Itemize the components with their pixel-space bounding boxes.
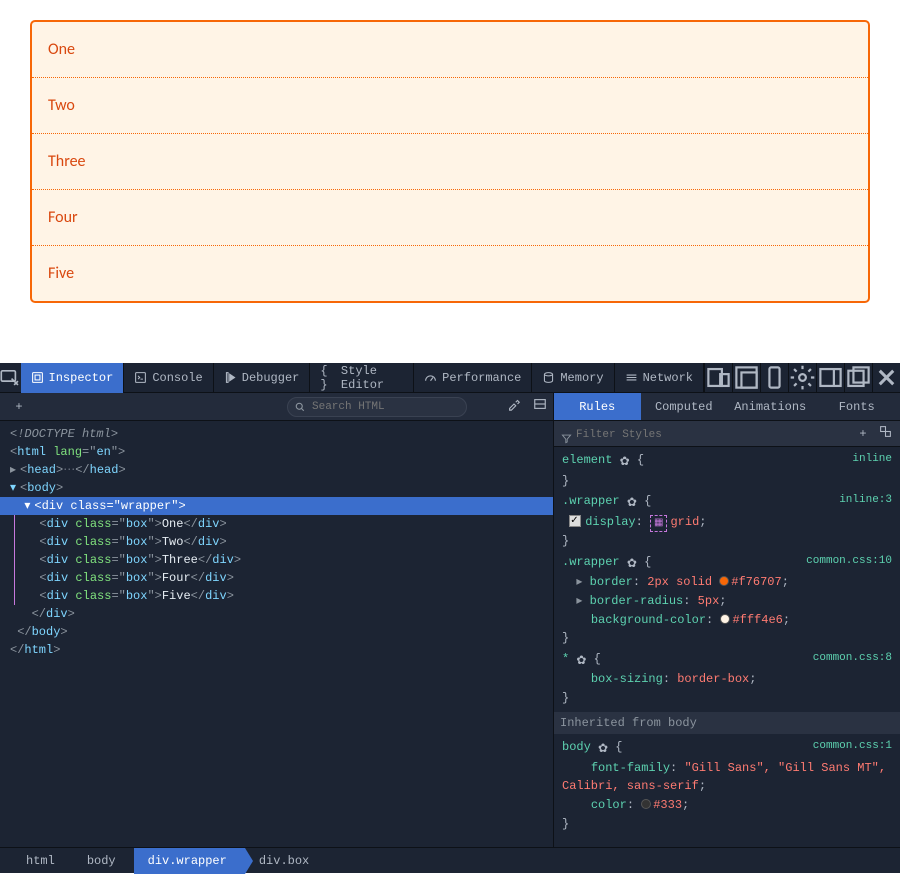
tab-network[interactable]: Network [615, 363, 704, 393]
tab-label: Console [152, 371, 202, 385]
gear-icon[interactable]: ✿ [627, 555, 637, 574]
rule-source[interactable]: inline [852, 451, 892, 468]
tab-label: Inspector [49, 371, 114, 385]
gear-icon[interactable]: ✿ [627, 494, 637, 513]
close-button[interactable] [872, 363, 900, 393]
dom-line[interactable]: <html lang="en"> [10, 443, 553, 461]
devtools-main: + <!DOCTYPE html> <html lang="en"> ▸<hea… [0, 393, 900, 847]
tab-debugger[interactable]: Debugger [214, 363, 311, 393]
tab-performance[interactable]: Performance [414, 363, 532, 393]
dom-tree-pane[interactable]: + <!DOCTYPE html> <html lang="en"> ▸<hea… [0, 393, 553, 847]
color-swatch[interactable] [719, 576, 729, 586]
iframe-picker-button[interactable] [732, 363, 760, 393]
dom-line[interactable]: <div class="box">Three</div> [25, 551, 553, 569]
dom-line[interactable]: ▸<head>⋯</head> [10, 461, 553, 479]
styles-pane: Rules Computed Animations Fonts + inline… [553, 393, 900, 847]
grid-wrapper: One Two Three Four Five [30, 20, 870, 303]
grid-box: One [32, 22, 868, 77]
gear-icon[interactable]: ✿ [598, 740, 608, 759]
breadcrumb-item[interactable]: div.box [245, 848, 327, 874]
devtools-toolbar: Inspector Console Debugger { } Style Edi… [0, 363, 900, 393]
mobile-icon[interactable] [760, 363, 788, 393]
rule-source[interactable]: inline:3 [839, 492, 892, 509]
tab-label: Debugger [242, 371, 300, 385]
grid-box: Two [32, 77, 868, 133]
inherited-from-label: Inherited from body [554, 712, 900, 735]
styles-tab-fonts[interactable]: Fonts [814, 393, 900, 420]
grid-badge-icon[interactable]: ▦ [650, 515, 667, 533]
breadcrumb-item[interactable]: body [73, 848, 134, 874]
dom-line-selected[interactable]: ▾<div class="wrapper"> [0, 497, 553, 515]
toggle-split-button[interactable] [527, 397, 553, 417]
responsive-mode-button[interactable] [704, 363, 732, 393]
add-rule-button[interactable]: + [852, 427, 874, 441]
tab-inspector[interactable]: Inspector [21, 363, 125, 393]
dom-line[interactable]: <div class="box">Five</div> [25, 587, 553, 605]
filter-styles-input[interactable] [558, 429, 722, 441]
rules-list[interactable]: inline element ✿ { } inline:3 .wrapper ✿… [554, 447, 900, 847]
color-swatch[interactable] [720, 614, 730, 624]
dom-line[interactable]: <div class="box">Four</div> [25, 569, 553, 587]
page-preview: One Two Three Four Five [0, 0, 900, 363]
color-swatch[interactable] [641, 799, 651, 809]
tab-memory[interactable]: Memory [532, 363, 614, 393]
gear-icon[interactable]: ✿ [576, 652, 586, 671]
dom-line[interactable]: </body> [10, 623, 553, 641]
pick-element-button[interactable] [0, 363, 21, 393]
dom-line[interactable]: </div> [10, 605, 553, 623]
tab-label: Network [643, 371, 693, 385]
styles-tab-computed[interactable]: Computed [641, 393, 728, 420]
settings-button[interactable] [788, 363, 816, 393]
add-node-button[interactable]: + [6, 398, 32, 416]
breadcrumb-item[interactable]: div.wrapper [134, 848, 245, 874]
grid-box: Four [32, 189, 868, 245]
braces-icon: { } [320, 364, 336, 392]
breadcrumb-item[interactable]: html [12, 848, 73, 874]
dom-line[interactable]: <div class="box">One</div> [25, 515, 553, 533]
rule-source[interactable]: common.css:8 [813, 650, 892, 667]
styles-tab-rules[interactable]: Rules [554, 393, 641, 420]
dom-line[interactable]: <!DOCTYPE html> [10, 425, 553, 443]
dom-line[interactable]: ▾<body> [10, 479, 553, 497]
filter-icon [561, 433, 572, 444]
devtools-panel: Inspector Console Debugger { } Style Edi… [0, 363, 900, 873]
grid-box: Five [32, 245, 868, 301]
search-icon [294, 401, 306, 413]
rule-source[interactable]: common.css:10 [806, 553, 892, 570]
tab-label: Style Editor [341, 364, 403, 392]
tab-style-editor[interactable]: { } Style Editor [310, 363, 414, 393]
toggle-classes-button[interactable] [874, 425, 896, 442]
tab-label: Performance [442, 371, 521, 385]
tab-console[interactable]: Console [124, 363, 213, 393]
gear-icon[interactable]: ✿ [620, 453, 630, 472]
dom-line[interactable]: <div class="box">Two</div> [25, 533, 553, 551]
search-html-input[interactable] [287, 397, 467, 417]
dom-line[interactable]: </html> [10, 641, 553, 659]
grid-box: Three [32, 133, 868, 189]
breadcrumb-bar: html body div.wrapper div.box [0, 847, 900, 873]
popout-button[interactable] [844, 363, 872, 393]
dock-side-button[interactable] [816, 363, 844, 393]
property-checkbox[interactable] [569, 515, 581, 527]
tab-label: Memory [560, 371, 603, 385]
eyedropper-button[interactable] [501, 397, 527, 417]
styles-tab-animations[interactable]: Animations [727, 393, 814, 420]
